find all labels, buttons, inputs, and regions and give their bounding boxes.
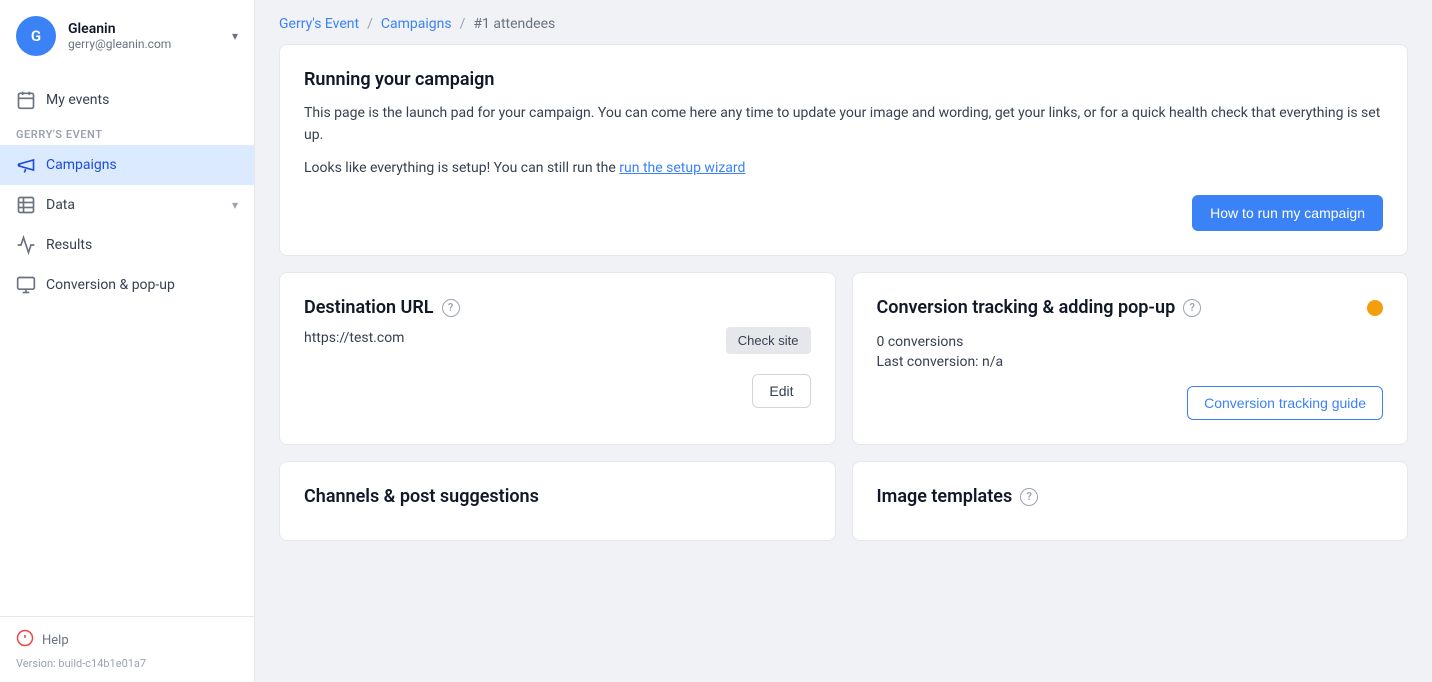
breadcrumb-event-link[interactable]: Gerry's Event [279,16,359,32]
sidebar-item-results-label: Results [46,237,92,253]
sidebar-user-info: Gleanin gerry@gleanin.com [68,21,220,51]
breadcrumb-sep-1: / [367,16,373,32]
sidebar-item-my-events-label: My events [46,92,109,108]
sidebar-item-my-events[interactable]: My events [0,80,254,120]
sidebar-item-conversion-label: Conversion & pop-up [46,277,175,293]
cards-container: Running your campaign This page is the l… [255,44,1432,565]
sidebar-user-email: gerry@gleanin.com [68,37,220,51]
help-item[interactable]: Help [16,629,238,651]
conversion-tracking-guide-button[interactable]: Conversion tracking guide [1187,386,1383,420]
running-campaign-title: Running your campaign [304,69,1383,90]
destination-url-card-header: Destination URL ? [304,297,811,318]
popup-icon [16,275,36,295]
image-templates-help-icon[interactable]: ? [1020,488,1038,506]
sidebar-user-header[interactable]: G Gleanin gerry@gleanin.com ▾ [0,0,254,72]
sidebar-item-conversion[interactable]: Conversion & pop-up [0,265,254,305]
sidebar-item-campaigns[interactable]: Campaigns [0,145,254,185]
check-site-button[interactable]: Check site [726,327,811,354]
channels-title: Channels & post suggestions [304,486,539,507]
sidebar-user-name: Gleanin [68,21,220,37]
image-templates-title: Image templates [877,486,1013,507]
conversion-card-title-group: Conversion tracking & adding pop-up ? [877,297,1202,318]
sidebar: G Gleanin gerry@gleanin.com ▾ My events … [0,0,255,682]
megaphone-icon [16,155,36,175]
chevron-down-icon: ▾ [232,29,238,43]
url-row: https://test.com Check site [304,318,811,362]
conversion-footer: Conversion tracking guide [877,386,1384,420]
conversions-count: 0 conversions [877,334,1384,350]
avatar: G [16,16,56,56]
breadcrumb: Gerry's Event / Campaigns / #1 attendees [255,0,1432,44]
setup-wizard-link[interactable]: run the setup wizard [619,160,745,176]
destination-url-card: Destination URL ? https://test.com Check… [279,272,836,445]
sidebar-nav: My events GERRY'S EVENT Campaigns Data ▾ [0,72,254,313]
destination-url-title: Destination URL [304,297,434,318]
main-content: Gerry's Event / Campaigns / #1 attendees… [255,0,1432,682]
breadcrumb-campaigns-link[interactable]: Campaigns [381,16,452,32]
sidebar-item-data[interactable]: Data ▾ [0,185,254,225]
bottom-two-col: Channels & post suggestions Image templa… [279,461,1408,541]
sidebar-item-data-label: Data [46,197,75,213]
table-icon [16,195,36,215]
channels-card: Channels & post suggestions [279,461,836,541]
sidebar-section-label: GERRY'S EVENT [0,120,254,145]
two-col-section: Destination URL ? https://test.com Check… [279,272,1408,445]
conversion-status-dot [1367,300,1383,316]
breadcrumb-sep-2: / [460,16,466,32]
version-text: Version: build-c14b1e01a7 [16,657,238,670]
conversion-card-header-row: Conversion tracking & adding pop-up ? [877,297,1384,318]
calendar-icon [16,90,36,110]
chart-icon [16,235,36,255]
sidebar-item-campaigns-label: Campaigns [46,157,117,173]
conversion-help-icon[interactable]: ? [1183,299,1201,317]
help-label: Help [42,633,69,648]
data-chevron-icon: ▾ [232,198,238,212]
running-campaign-footer: How to run my campaign [304,195,1383,231]
running-campaign-desc2-text: Looks like everything is setup! You can … [304,160,619,176]
running-campaign-desc1: This page is the launch pad for your cam… [304,102,1383,147]
running-campaign-desc2: Looks like everything is setup! You can … [304,157,1383,179]
destination-url-value: https://test.com [304,330,404,346]
breadcrumb-current: #1 attendees [473,16,555,32]
edit-button[interactable]: Edit [752,374,810,408]
conversion-card-title: Conversion tracking & adding pop-up [877,297,1176,318]
image-templates-card-header: Image templates ? [877,486,1384,507]
sidebar-footer: Help Version: build-c14b1e01a7 [0,616,254,682]
sidebar-item-results[interactable]: Results [0,225,254,265]
conversion-tracking-card: Conversion tracking & adding pop-up ? 0 … [852,272,1409,445]
destination-url-help-icon[interactable]: ? [442,299,460,317]
channels-card-header: Channels & post suggestions [304,486,811,507]
last-conversion: Last conversion: n/a [877,354,1384,370]
image-templates-card: Image templates ? [852,461,1409,541]
how-to-run-button[interactable]: How to run my campaign [1192,195,1383,231]
running-campaign-card: Running your campaign This page is the l… [279,44,1408,256]
help-icon [16,629,34,651]
